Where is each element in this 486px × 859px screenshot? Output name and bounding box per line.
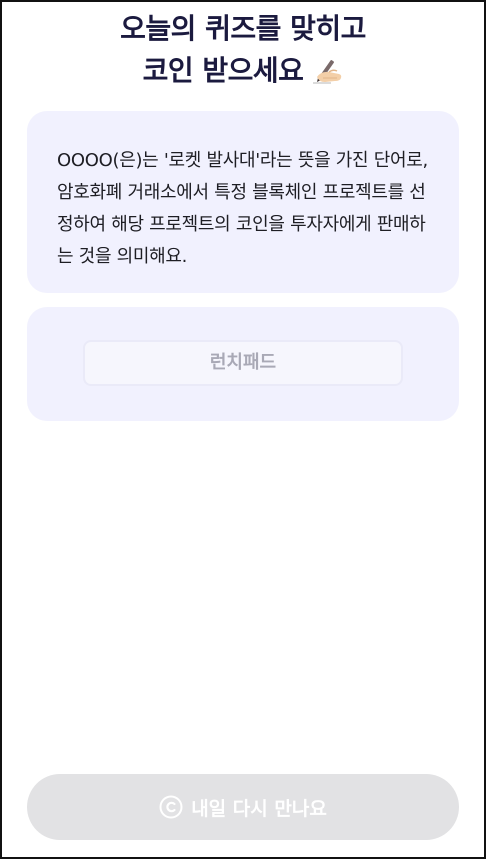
writing-hand-icon [311,55,343,84]
see-you-tomorrow-label: 내일 다시 만나요 [191,797,327,820]
see-you-tomorrow-button[interactable]: 내일 다시 만나요 [27,774,459,840]
screen-frame: 오늘의 퀴즈를 맞히고 코인 받으세요 OOOO(은)는 '로켓 발사대'라는 … [0,0,486,859]
title-line-1: 오늘의 퀴즈를 맞히고 [120,12,366,45]
question-card: OOOO(은)는 '로켓 발사대'라는 뜻을 가진 단어로, 암호화폐 거래소에… [27,111,459,293]
page-title: 오늘의 퀴즈를 맞히고 코인 받으세요 [2,8,484,92]
answer-option[interactable]: 런치패드 [83,340,403,386]
coin-icon [159,795,183,819]
question-text: OOOO(은)는 '로켓 발사대'라는 뜻을 가진 단어로, 암호화폐 거래소에… [57,150,428,267]
answer-card: 런치패드 [27,307,459,421]
title-line-2-text: 코인 받으세요 [142,54,304,87]
title-line-2: 코인 받으세요 [2,50,484,92]
